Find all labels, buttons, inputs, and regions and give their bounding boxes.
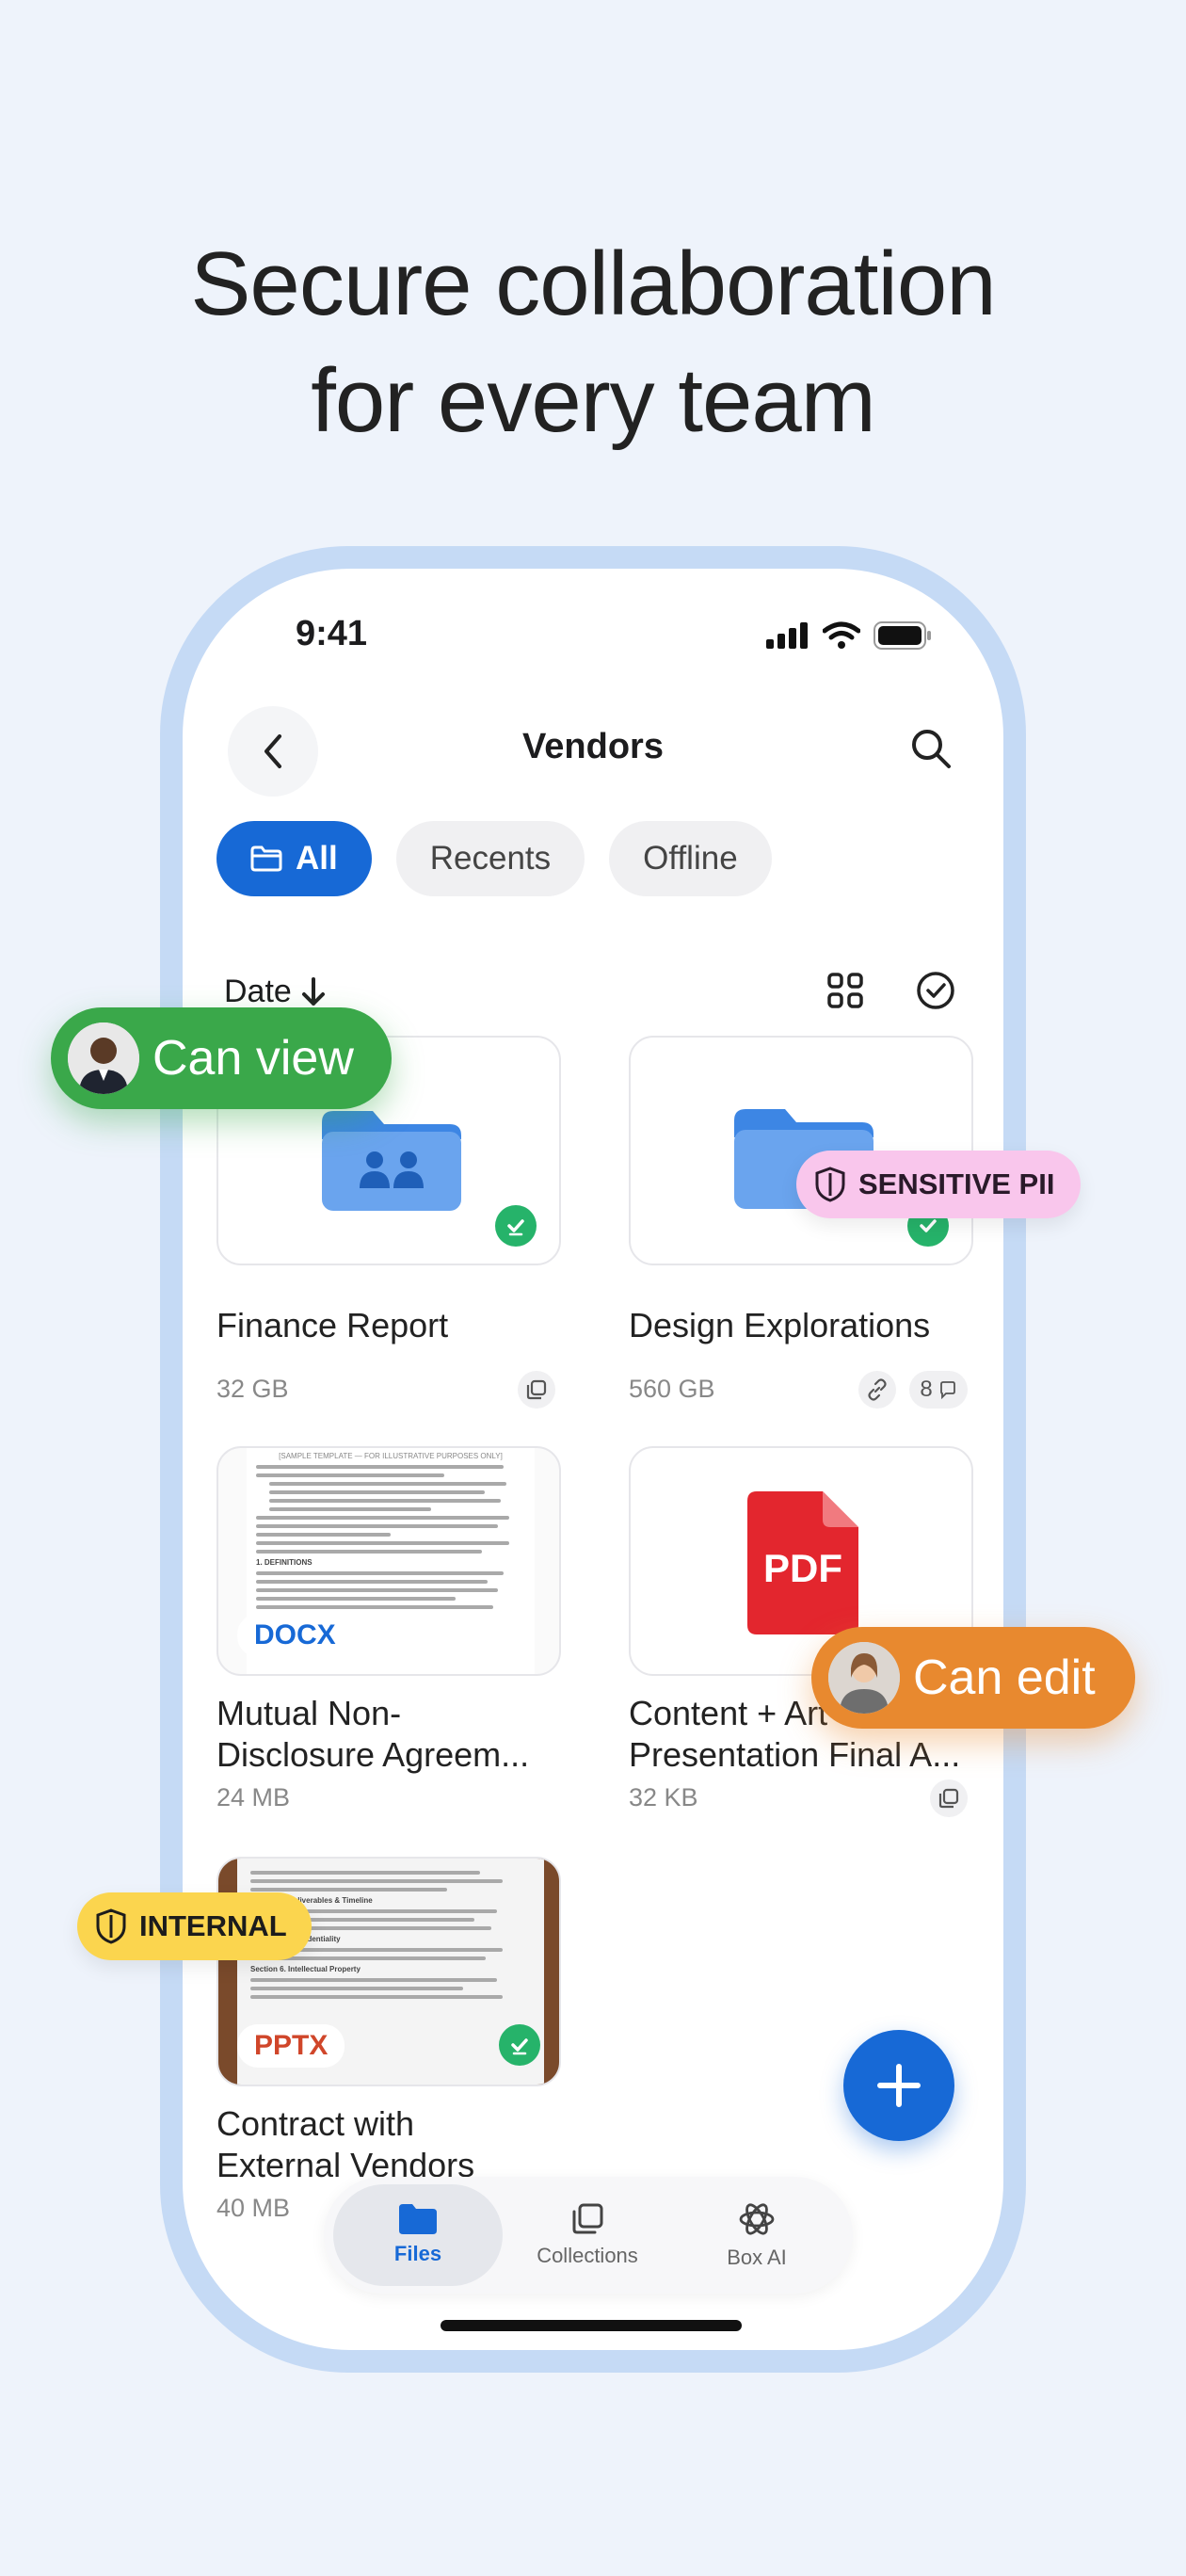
file-name-line: Mutual Non- — [216, 1694, 402, 1732]
arrow-down-icon — [301, 976, 325, 1006]
file-card-contract[interactable]: Section 4. Deliverables & Timeline Secti… — [216, 1857, 561, 2086]
sort-label: Date — [224, 974, 292, 1009]
comment-icon — [939, 1381, 955, 1399]
plus-icon — [877, 2064, 921, 2107]
shield-icon — [96, 1908, 126, 1944]
tab-label: Files — [393, 2242, 442, 2265]
offline-check-icon — [495, 1205, 537, 1247]
file-name: Design Explorations — [629, 1306, 931, 1344]
person-avatar-icon — [828, 1642, 900, 1714]
tab-box-ai[interactable]: Box AI — [672, 2184, 841, 2286]
collection-badge — [518, 1371, 555, 1409]
folder-outline-icon — [250, 845, 282, 872]
sensitive-label-text: SENSITIVE PII — [858, 1167, 1055, 1200]
grid-view-button[interactable] — [826, 972, 864, 1014]
file-type-tag: PPTX — [237, 2024, 345, 2068]
comment-count: 8 — [920, 1377, 933, 1402]
pptx-section-heading: Section 6. Intellectual Property — [250, 1965, 361, 1973]
file-name: Contract with External Vendors — [216, 2103, 474, 2186]
offline-check-icon — [499, 2024, 540, 2066]
internal-label-text: INTERNAL — [139, 1909, 287, 1942]
tab-files[interactable]: Files — [333, 2184, 503, 2286]
grid-icon — [827, 973, 863, 1008]
collections-icon — [572, 2203, 603, 2234]
tab-label: Collections — [537, 2244, 638, 2267]
shield-icon — [815, 1167, 845, 1202]
filter-chip-all[interactable]: All — [216, 821, 372, 896]
page-title: Vendors — [522, 727, 664, 766]
file-size: 24 MB — [216, 1783, 291, 1811]
search-button[interactable] — [907, 725, 954, 777]
comment-count-badge: 8 — [909, 1371, 968, 1409]
battery-icon — [873, 621, 931, 650]
headline-line-1: Secure collaboration — [190, 233, 996, 334]
file-size: 32 GB — [216, 1375, 289, 1403]
filter-chip-recents[interactable]: Recents — [395, 821, 585, 896]
can-view-label: Can view — [152, 1031, 354, 1086]
filter-chip-label: Recents — [429, 840, 552, 877]
file-size: 40 MB — [216, 2194, 291, 2222]
bottom-tab-bar: Files Collections Box AI — [324, 2177, 853, 2294]
filter-chip-offline[interactable]: Offline — [609, 821, 772, 896]
can-view-permission-pill: Can view — [51, 1007, 392, 1109]
select-button[interactable] — [915, 970, 956, 1016]
file-card-mutual-nda[interactable]: [SAMPLE TEMPLATE — FOR ILLUSTRATIVE PURP… — [216, 1446, 561, 1676]
status-icons — [766, 621, 932, 650]
collection-icon — [526, 1379, 547, 1400]
doc-preview-heading: 1. DEFINITIONS — [256, 1558, 313, 1567]
phone-screen: 9:41 Vendors All Recents Offline Date Fi… — [183, 569, 1003, 2350]
collection-badge — [930, 1779, 968, 1817]
check-circle-icon — [917, 972, 954, 1009]
file-name-line: Contract with — [216, 2104, 415, 2143]
home-indicator — [441, 2320, 742, 2331]
file-size: 32 KB — [629, 1783, 698, 1811]
can-edit-permission-pill: Can edit — [811, 1627, 1135, 1729]
avatar — [68, 1022, 139, 1094]
cellular-signal-icon — [766, 622, 808, 649]
pdf-icon-label: PDF — [763, 1546, 842, 1590]
filter-chip-label: Offline — [643, 840, 738, 877]
file-size: 560 GB — [629, 1375, 715, 1403]
box-ai-icon — [739, 2203, 775, 2235]
collection-icon — [938, 1788, 959, 1809]
internal-label: INTERNAL — [77, 1892, 312, 1960]
can-edit-label: Can edit — [913, 1650, 1096, 1705]
file-name-line: Presentation Final A... — [629, 1735, 961, 1774]
search-icon — [912, 730, 951, 768]
filter-chips: All Recents Offline — [216, 821, 772, 896]
tab-label: Box AI — [727, 2246, 787, 2269]
shared-folder-icon — [322, 1111, 461, 1211]
file-name-line: Disclosure Agreem... — [216, 1735, 530, 1774]
doc-preview-header: [SAMPLE TEMPLATE — FOR ILLUSTRATIVE PURP… — [279, 1452, 503, 1460]
filter-chip-label: All — [296, 840, 338, 877]
folder-filled-icon — [399, 2204, 437, 2234]
person-avatar-icon — [68, 1022, 139, 1094]
avatar — [828, 1642, 900, 1714]
shared-link-badge — [858, 1371, 896, 1409]
sort-control[interactable]: Date — [224, 974, 326, 1010]
tab-collections[interactable]: Collections — [503, 2184, 672, 2286]
link-icon — [868, 1378, 887, 1401]
file-name: Finance Report — [216, 1306, 449, 1344]
marketing-headline: Secure collaboration for every team — [0, 226, 1186, 459]
wifi-icon — [823, 621, 860, 649]
file-type-tag: DOCX — [237, 1614, 353, 1657]
headline-line-2: for every team — [311, 350, 876, 451]
sensitive-pii-label: SENSITIVE PII — [796, 1151, 1082, 1218]
add-button[interactable] — [843, 2030, 954, 2141]
file-name: Mutual Non- Disclosure Agreem... — [216, 1693, 529, 1776]
status-time: 9:41 — [296, 614, 368, 653]
